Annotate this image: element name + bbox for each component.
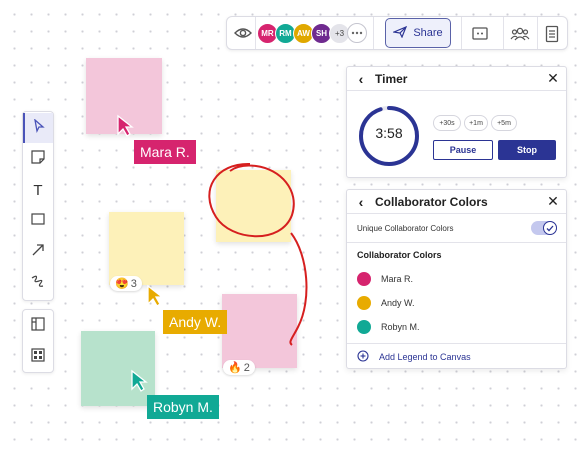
- reaction-badge[interactable]: 😍 3: [110, 276, 142, 291]
- add-5m-button[interactable]: +5m: [491, 115, 517, 131]
- arrow-icon: [31, 243, 45, 262]
- cursor-icon: [147, 284, 164, 307]
- extra-tool-palette: [22, 309, 54, 373]
- sticky-note-tool[interactable]: [23, 144, 53, 174]
- tool-palette: T: [22, 111, 54, 301]
- people-icon[interactable]: [507, 21, 533, 47]
- collaborator-name: Robyn M.: [381, 322, 420, 332]
- toggle-label: Unique Collaborator Colors: [357, 224, 454, 233]
- back-icon[interactable]: ‹: [347, 194, 375, 210]
- select-tool[interactable]: [23, 113, 53, 143]
- layout-icon: [31, 316, 45, 336]
- collaborator-row[interactable]: Robyn M.: [357, 320, 420, 334]
- add-1m-button[interactable]: +1m: [464, 115, 488, 131]
- close-icon[interactable]: ✕: [540, 193, 566, 210]
- top-toolbar: MR RM AW SH +3 Share: [226, 16, 568, 50]
- pen-annotation[interactable]: [196, 155, 316, 385]
- colors-header: ‹ Collaborator Colors ✕: [347, 190, 566, 214]
- collaborator-name: Andy W.: [381, 298, 415, 308]
- pen-icon: [30, 274, 46, 293]
- add-legend-button[interactable]: Add Legend to Canvas: [357, 350, 471, 364]
- cursor-name-label: Robyn M.: [147, 395, 219, 419]
- collaborator-name: Mara R.: [381, 274, 414, 284]
- color-swatch: [357, 296, 371, 310]
- timer-header: ‹ Timer ✕: [347, 67, 566, 91]
- close-icon[interactable]: ✕: [540, 70, 566, 87]
- share-button[interactable]: Share: [385, 18, 451, 48]
- divider: [373, 17, 374, 49]
- unique-colors-toggle[interactable]: [531, 221, 557, 235]
- rectangle-icon: [31, 212, 45, 230]
- comment-icon[interactable]: [467, 21, 493, 47]
- add-30s-button[interactable]: +30s: [433, 115, 461, 131]
- check-icon: [543, 221, 557, 235]
- divider: [347, 242, 566, 243]
- timer-title: Timer: [375, 71, 408, 86]
- heart-eyes-icon: 😍: [115, 278, 129, 290]
- reaction-badge[interactable]: 🔥 2: [223, 360, 255, 375]
- color-swatch: [357, 272, 371, 286]
- color-swatch: [357, 320, 371, 334]
- layout-tool[interactable]: [23, 311, 53, 341]
- colors-title: Collaborator Colors: [375, 194, 488, 209]
- divider: [503, 17, 504, 49]
- pointer-icon: [33, 117, 45, 138]
- cursor-name-label: Mara R.: [134, 140, 196, 164]
- timer-panel: ‹ Timer ✕ 3:58 +30s +1m +5m Pause Stop: [346, 66, 567, 178]
- divider: [255, 17, 256, 49]
- cursor-name-label: Andy W.: [163, 310, 228, 334]
- grid-tool[interactable]: [23, 342, 53, 372]
- back-icon[interactable]: ‹: [347, 71, 375, 87]
- divider: [347, 343, 566, 344]
- collaborator-row[interactable]: Andy W.: [357, 296, 415, 310]
- cursor-icon: [117, 114, 134, 137]
- pause-button[interactable]: Pause: [433, 140, 493, 160]
- text-icon: T: [33, 181, 43, 199]
- divider: [461, 17, 462, 49]
- text-tool[interactable]: T: [23, 175, 53, 205]
- chat-icon[interactable]: [347, 23, 367, 43]
- arrow-tool[interactable]: [23, 237, 53, 267]
- sticky-note-yellow[interactable]: [109, 212, 184, 285]
- cursor-icon: [131, 369, 148, 392]
- share-label: Share: [413, 27, 443, 39]
- share-plane-icon: [392, 25, 408, 41]
- timer-time: 3:58: [375, 125, 403, 141]
- divider: [537, 17, 538, 49]
- stop-button[interactable]: Stop: [498, 140, 556, 160]
- section-title: Collaborator Colors: [357, 250, 442, 260]
- notes-icon[interactable]: [539, 21, 565, 47]
- pen-tool[interactable]: [23, 268, 53, 298]
- eye-icon[interactable]: [233, 24, 253, 42]
- grid-icon: [31, 347, 45, 367]
- add-legend-label: Add Legend to Canvas: [379, 352, 471, 362]
- add-circle-icon: [357, 350, 369, 364]
- reaction-count: 3: [130, 277, 137, 290]
- sticky-note-icon: [31, 149, 45, 169]
- collaborator-colors-panel: ‹ Collaborator Colors ✕ Unique Collabora…: [346, 189, 567, 369]
- fire-icon: 🔥: [228, 362, 242, 374]
- collaborator-row[interactable]: Mara R.: [357, 272, 413, 286]
- reaction-count: 2: [243, 361, 250, 374]
- shape-tool[interactable]: [23, 206, 53, 236]
